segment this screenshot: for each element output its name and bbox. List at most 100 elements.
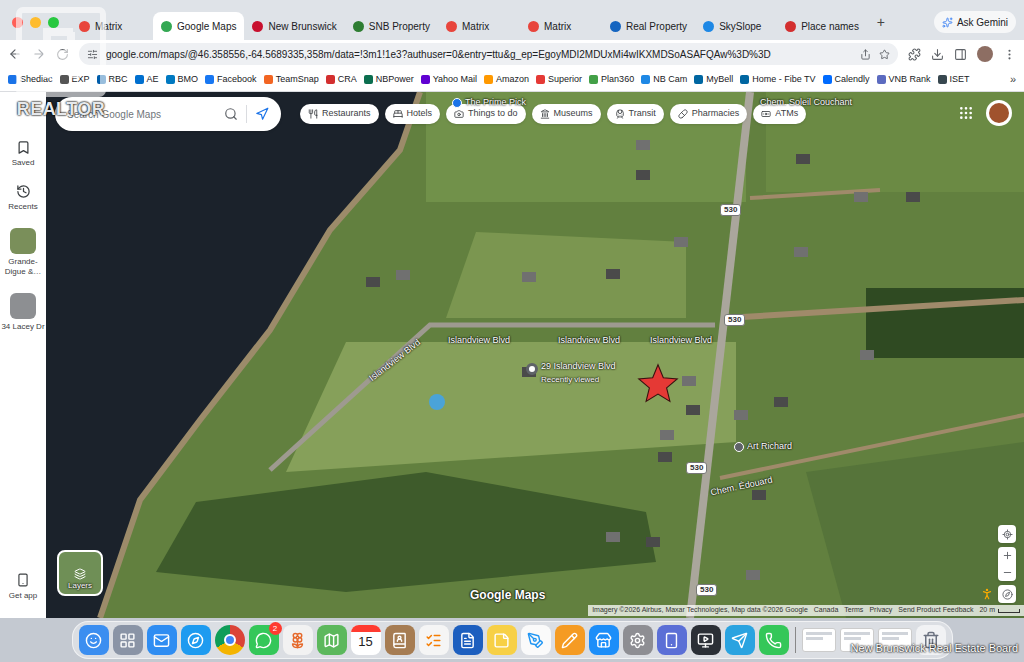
mail[interactable] (147, 625, 177, 655)
bookmark[interactable]: Superior (536, 73, 582, 87)
screen-app[interactable] (691, 625, 721, 655)
extensions-icon[interactable] (908, 48, 921, 61)
bookmark[interactable]: NB Cam (641, 73, 687, 87)
sidebar-item[interactable]: Grande-Digue &… (1, 228, 45, 277)
poi-label[interactable]: Art Richard (734, 440, 792, 454)
share-icon[interactable] (860, 49, 871, 60)
bookmark[interactable]: NBPower (364, 73, 414, 87)
tab[interactable]: Matrix (438, 12, 520, 40)
search-icon[interactable] (224, 107, 238, 121)
bookmark[interactable]: MyBell (694, 73, 733, 87)
attribution-item[interactable]: Privacy (869, 605, 892, 616)
tab[interactable]: SkySlope (695, 12, 777, 40)
bookmark[interactable]: RBC (97, 73, 128, 87)
phone[interactable] (759, 625, 789, 655)
chrome[interactable] (215, 625, 245, 655)
sidebar-item[interactable]: Saved (1, 140, 45, 168)
simulator[interactable] (657, 625, 687, 655)
bookmark[interactable]: Facebook (205, 73, 257, 87)
side-panel-icon[interactable] (954, 48, 967, 61)
tab[interactable]: New Brunswick (244, 12, 344, 40)
photos[interactable] (283, 625, 313, 655)
reload-icon[interactable] (56, 48, 69, 61)
telegram[interactable] (725, 625, 755, 655)
poi-label[interactable]: The Prime Pick (452, 96, 526, 110)
bookmark-star-icon[interactable] (879, 49, 890, 60)
tab[interactable]: Real Property (602, 12, 695, 40)
pages[interactable] (555, 625, 585, 655)
bookmark[interactable]: TeamSnap (264, 73, 319, 87)
zoom-out-icon[interactable] (1002, 567, 1013, 578)
bookmark[interactable]: Plan360 (589, 73, 634, 87)
map[interactable]: Search Google MapsRestaurantsHotelsThing… (46, 92, 1024, 618)
category-chip[interactable]: Restaurants (300, 104, 379, 124)
account-avatar[interactable] (986, 100, 1012, 126)
apps-grid-icon[interactable] (958, 105, 974, 121)
word[interactable] (453, 625, 483, 655)
bookmark[interactable]: Calendly (823, 73, 870, 87)
trash[interactable] (916, 625, 946, 655)
bookmark[interactable]: EXP (60, 73, 90, 87)
bookmark[interactable]: AE (135, 73, 159, 87)
attribution-item[interactable]: Terms (844, 605, 863, 616)
category-chip[interactable]: Transit (607, 104, 664, 124)
place-marker[interactable]: 29 Islandview BlvdRecently viewed (526, 360, 616, 386)
bookmark[interactable]: Amazon (484, 73, 529, 87)
maps-app[interactable] (317, 625, 347, 655)
minimized-window[interactable] (802, 628, 836, 652)
bookmark[interactable]: Shediac (8, 73, 53, 87)
more-bookmarks-button[interactable]: » (1010, 71, 1016, 88)
finder[interactable] (79, 625, 109, 655)
attribution-item[interactable]: Canada (814, 605, 839, 616)
notes[interactable] (487, 625, 517, 655)
bookmark[interactable]: BMO (166, 73, 199, 87)
minimized-window[interactable] (878, 628, 912, 652)
app-store[interactable] (589, 625, 619, 655)
category-chip[interactable]: Pharmacies (670, 104, 748, 124)
launchpad[interactable] (113, 625, 143, 655)
search-box[interactable]: Search Google Maps (55, 97, 281, 131)
tab[interactable]: Google Maps (153, 12, 244, 40)
back-icon[interactable] (8, 47, 22, 61)
system-settings[interactable] (623, 625, 653, 655)
minimize-button[interactable] (30, 17, 41, 28)
zoom-in-icon[interactable] (1002, 550, 1013, 561)
my-location-button[interactable] (998, 525, 1016, 543)
contacts[interactable] (385, 625, 415, 655)
tab[interactable]: Place names (777, 12, 867, 40)
reminders[interactable] (419, 625, 449, 655)
layers-button[interactable]: Layers (57, 550, 103, 596)
calendar[interactable]: 15 (351, 625, 381, 655)
sidebar-item[interactable]: Recents (1, 184, 45, 212)
compass-button[interactable] (998, 585, 1016, 603)
messages[interactable]: 2 (249, 625, 279, 655)
download-icon[interactable] (931, 48, 944, 61)
category-chip[interactable]: Museums (532, 104, 601, 124)
freeform[interactable] (521, 625, 551, 655)
directions-icon[interactable] (255, 107, 269, 121)
new-tab-button[interactable]: + (871, 12, 891, 32)
bookmark[interactable]: Yahoo Mail (421, 73, 477, 87)
forward-icon[interactable] (32, 47, 46, 61)
menu-icon[interactable] (1003, 48, 1016, 61)
get-app-button[interactable]: Get app (9, 573, 37, 602)
attribution-item[interactable]: Send Product Feedback (898, 605, 973, 616)
site-info-icon[interactable] (87, 49, 98, 60)
sidebar-item[interactable]: 34 Lacey Dr (1, 293, 45, 332)
minimized-window[interactable] (840, 628, 874, 652)
tab[interactable]: SNB Property (345, 12, 438, 40)
bookmark[interactable]: ISET (938, 73, 970, 87)
zoom-button[interactable] (48, 17, 59, 28)
address-bar[interactable]: google.com/maps/@46.358556,-64.5689335,3… (79, 43, 898, 65)
bookmark[interactable]: Home - Fibe TV (740, 73, 815, 87)
street-view-icon[interactable] (980, 587, 994, 601)
bookmark[interactable]: VNB Rank (877, 73, 931, 87)
bookmark[interactable]: CRA (326, 73, 357, 87)
close-button[interactable] (12, 17, 23, 28)
safari[interactable] (181, 625, 211, 655)
category-chip[interactable]: Hotels (385, 104, 441, 124)
profile-avatar[interactable] (977, 46, 993, 62)
ask-gemini-button[interactable]: Ask Gemini (934, 11, 1016, 33)
tab[interactable]: Matrix (71, 12, 153, 40)
satellite-imagery[interactable] (46, 92, 1024, 618)
